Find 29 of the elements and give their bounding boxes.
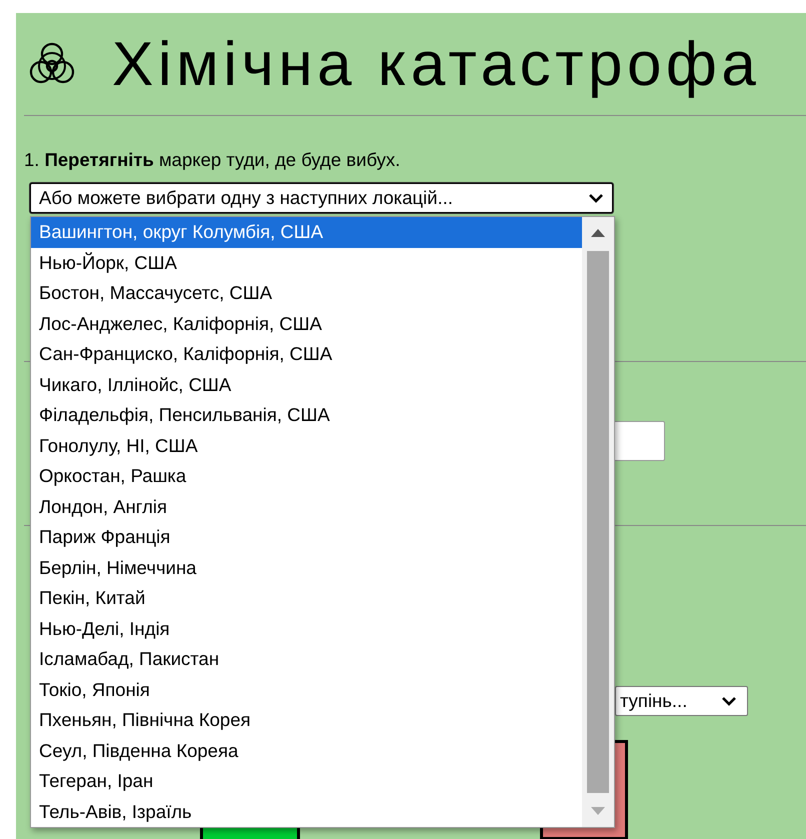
dropdown-option[interactable]: Берлін, Німеччина (31, 552, 582, 583)
dropdown-option[interactable]: Нью-Делі, Індія (31, 614, 582, 644)
dropdown-option[interactable]: Сан-Франциско, Каліфорнія, США (31, 339, 582, 370)
chevron-down-icon (588, 193, 604, 203)
dropdown-option[interactable]: Ісламабад, Пакистан (31, 644, 582, 674)
dropdown-option[interactable]: Філадельфія, Пенсильванія, США (31, 400, 582, 430)
dropdown-option[interactable]: Пекін, Китай (31, 583, 582, 614)
page-title: Хімічна катастрофа (112, 28, 760, 100)
scrollbar[interactable] (582, 217, 614, 827)
dropdown-option[interactable]: Пхеньян, Північна Корея (31, 705, 582, 736)
instruction-text: 1. Перетягніть маркер туди, де буде вибух. (24, 149, 402, 171)
dropdown-option[interactable]: Париж Франція (31, 522, 582, 552)
dropdown-option[interactable]: Гонолулу, HI, США (31, 430, 582, 461)
scroll-down-icon[interactable] (591, 807, 605, 815)
dropdown-option[interactable]: Чикаго, Іллінойс, США (31, 370, 582, 400)
scroll-up-icon[interactable] (591, 229, 605, 237)
dropdown-option[interactable]: Бостон, Массачусетс, США (31, 278, 582, 308)
dropdown-option[interactable]: Тегеран, Іран (31, 766, 582, 796)
dropdown-option[interactable]: Лос-Анджелес, Каліфорнія, США (31, 308, 582, 339)
chevron-down-icon (721, 696, 737, 706)
dropdown-option[interactable]: Токіо, Японія (31, 674, 582, 705)
dropdown-option[interactable]: Тель-Авів, Ізраїль (31, 796, 582, 827)
dropdown-option[interactable]: Оркостан, Рашка (31, 461, 582, 492)
dropdown-option[interactable]: Вашингтон, округ Колумбія, США (31, 217, 582, 248)
dropdown-option[interactable]: Лондон, Англія (31, 492, 582, 522)
location-select[interactable]: Або можете вибрати одну з наступних локацій... (30, 183, 613, 213)
dropdown-option[interactable]: Нью-Йорк, США (31, 248, 582, 278)
dropdown-option[interactable]: Сеул, Південна Кореяа (31, 736, 582, 766)
degree-select[interactable]: тупінь... (615, 686, 748, 716)
